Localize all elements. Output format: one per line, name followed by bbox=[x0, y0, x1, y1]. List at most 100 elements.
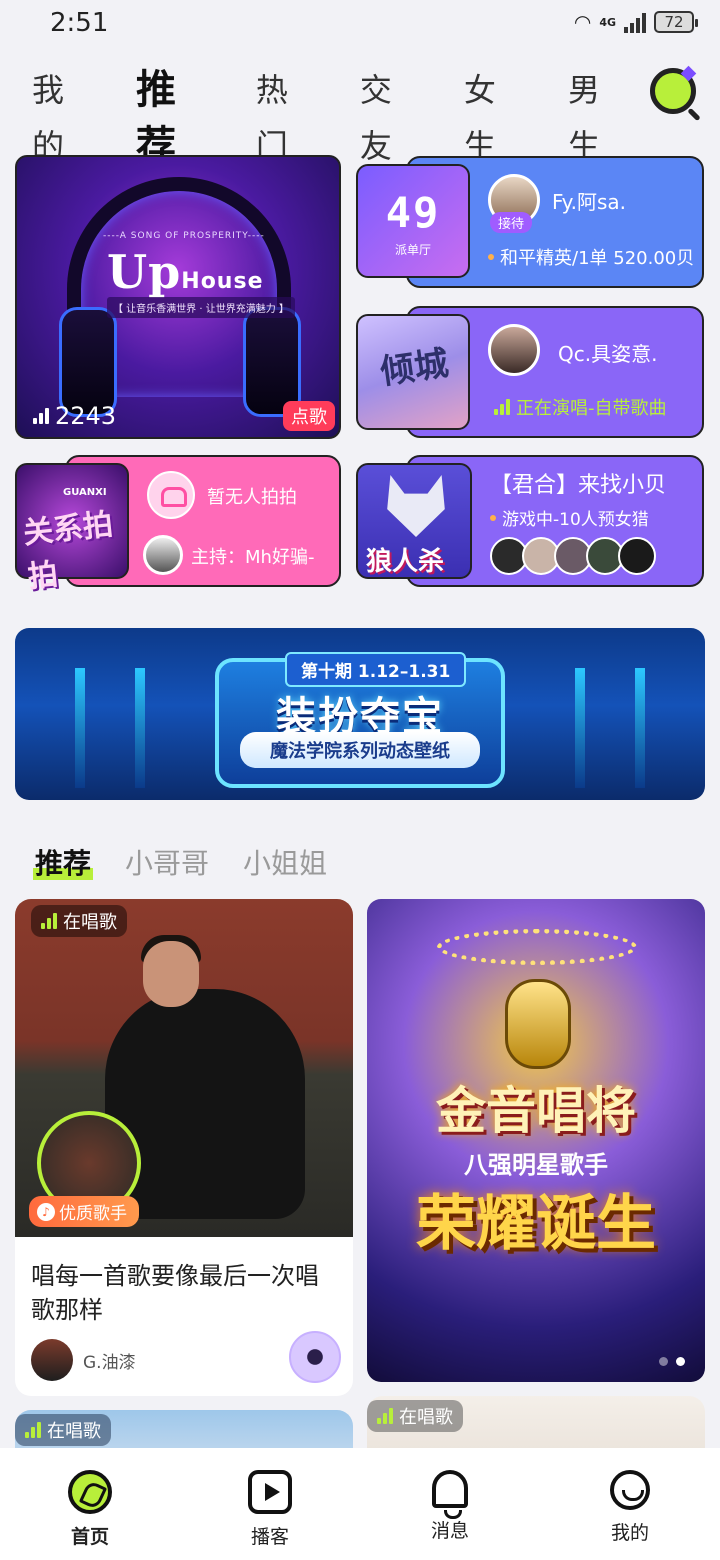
room-cover-image: 倾城 bbox=[356, 314, 470, 430]
host-name: Qc.具姿意. bbox=[558, 342, 658, 366]
listener-count: 2243 bbox=[33, 402, 116, 430]
feed-card-poster[interactable]: 金音唱将 八强明星歌手 荣耀诞生 bbox=[367, 899, 705, 1382]
section-tab-recommend[interactable]: 推荐 bbox=[32, 842, 94, 882]
audio-bars-icon bbox=[494, 399, 510, 415]
status-dot bbox=[488, 254, 494, 260]
audio-bars-icon bbox=[41, 913, 57, 929]
room-title: 【君合】来找小贝 bbox=[490, 473, 667, 498]
wifi-icon: ◠ bbox=[573, 10, 592, 34]
audio-bars-icon bbox=[33, 408, 49, 424]
banner-subtitle: 魔法学院系列动态壁纸 bbox=[240, 732, 480, 768]
room-cover-text: 倾城 bbox=[378, 343, 451, 393]
music-note-icon: ♪ bbox=[37, 1202, 55, 1221]
room-status: 正在演唱-自带歌曲 bbox=[494, 394, 667, 420]
room-cover-text: 狼人杀 bbox=[366, 547, 445, 577]
carousel-indicator bbox=[659, 1357, 685, 1366]
section-tab-guys[interactable]: 小哥哥 bbox=[125, 842, 209, 882]
room-title-big: Up bbox=[107, 245, 182, 299]
carousel-dot-active bbox=[676, 1357, 685, 1366]
section-tab-bar: 推荐 小哥哥 小姐姐 bbox=[32, 842, 361, 882]
nav-profile[interactable]: 我的 bbox=[540, 1448, 720, 1560]
banner-issue: 第十期 1.12–1.31 bbox=[285, 652, 467, 687]
room-card-singing[interactable]: 倾城 Qc.具姿意. 正在演唱-自带歌曲 bbox=[356, 306, 704, 438]
room-cover-image: GUANXI 关系拍拍 bbox=[15, 463, 129, 595]
room-card-guanxi[interactable]: GUANXI 关系拍拍 暂无人拍拍 主持：Mh好骗- bbox=[15, 455, 341, 595]
stage-lights bbox=[437, 929, 637, 965]
podcast-play-icon bbox=[248, 1470, 292, 1514]
feed-card-singer[interactable]: 在唱歌 ♪ 优质歌手 唱每一首歌要像最后一次唱歌那样 G.油漆 bbox=[15, 899, 353, 1396]
room-card-dispatch[interactable]: 49 派单厅 接待 Fy.阿sa. 和平精英/1单 520.00贝 bbox=[356, 156, 704, 288]
feed-author[interactable]: G.油漆 bbox=[31, 1339, 136, 1381]
poster-headline: 荣耀诞生 bbox=[416, 1189, 656, 1259]
room-status-text: 正在演唱-自带歌曲 bbox=[516, 398, 667, 419]
room-cover-brand: GUANXI bbox=[63, 487, 107, 498]
room-status-text: 和平精英/1单 520.00贝 bbox=[500, 248, 695, 269]
room-slogan: 【 让音乐香满世界 · 让世界充满魅力 】 bbox=[107, 297, 295, 318]
author-avatar bbox=[31, 1339, 73, 1381]
room-cover-text: 关系拍拍 bbox=[21, 507, 115, 596]
room-card-uphouse[interactable]: ----A SONG OF PROSPERITY---- UpHouse 【 让… bbox=[15, 155, 341, 439]
status-icons: ◠ 4G 72 bbox=[573, 10, 698, 34]
person-figure bbox=[143, 941, 199, 1007]
microphone-icon bbox=[505, 979, 571, 1069]
singing-tag: 在唱歌 bbox=[15, 1414, 111, 1446]
poster-title: 金音唱将 bbox=[436, 1082, 636, 1140]
section-tab-girls[interactable]: 小姐姐 bbox=[243, 842, 327, 882]
nav-podcast[interactable]: 播客 bbox=[180, 1448, 360, 1560]
battery-icon: 72 bbox=[654, 11, 698, 33]
listener-count-value: 2243 bbox=[55, 402, 117, 430]
network-type: 4G bbox=[599, 15, 616, 29]
profile-icon bbox=[610, 1470, 650, 1510]
singing-tag-label: 在唱歌 bbox=[63, 912, 117, 933]
tab-recommend-label: 推荐 bbox=[136, 67, 177, 169]
bottom-nav: 首页 播客 消息 我的 bbox=[0, 1448, 720, 1560]
singing-tag-label: 在唱歌 bbox=[47, 1421, 101, 1442]
headphone-ear-left bbox=[59, 307, 117, 417]
member-avatar bbox=[618, 537, 656, 575]
singing-tag-label: 在唱歌 bbox=[399, 1407, 453, 1428]
room-status: 和平精英/1单 520.00贝 bbox=[488, 244, 694, 270]
room-card-werewolf[interactable]: 狼人杀 【君合】来找小贝 游戏中-10人预女猎 bbox=[356, 455, 704, 587]
singing-tag: 在唱歌 bbox=[31, 905, 127, 937]
nav-podcast-label: 播客 bbox=[250, 1526, 289, 1548]
request-song-button[interactable]: 点歌 bbox=[283, 401, 335, 431]
room-status: 游戏中-10人预女猎 bbox=[490, 505, 649, 530]
room-cover-image: 狼人杀 bbox=[356, 463, 472, 579]
room-host: 主持：Mh好骗- bbox=[191, 547, 315, 568]
audio-bars-icon bbox=[377, 1408, 393, 1424]
author-name: G.油漆 bbox=[83, 1352, 136, 1373]
status-time: 2:51 bbox=[50, 8, 109, 38]
room-status: 暂无人拍拍 bbox=[207, 487, 297, 508]
vinyl-disc-icon[interactable] bbox=[289, 1331, 341, 1383]
feed-title: 唱每一首歌要像最后一次唱歌那样 bbox=[31, 1262, 319, 1324]
nav-home-label: 首页 bbox=[70, 1526, 109, 1548]
nav-home[interactable]: 首页 bbox=[0, 1448, 180, 1560]
signal-icon bbox=[624, 11, 646, 33]
host-avatar[interactable] bbox=[143, 535, 183, 575]
nav-messages-label: 消息 bbox=[430, 1520, 469, 1542]
host-name: Fy.阿sa. bbox=[552, 190, 627, 214]
room-status-text: 游戏中-10人预女猎 bbox=[502, 510, 649, 530]
home-icon bbox=[68, 1470, 112, 1514]
bell-icon bbox=[432, 1470, 468, 1519]
room-subtitle: ----A SONG OF PROSPERITY---- bbox=[103, 231, 265, 241]
quality-singer-badge: ♪ 优质歌手 bbox=[29, 1196, 139, 1227]
room-number: 49 bbox=[385, 188, 441, 237]
sofa-icon bbox=[147, 471, 195, 519]
singing-tag: 在唱歌 bbox=[367, 1400, 463, 1432]
room-number-label: 派单厅 bbox=[394, 243, 431, 257]
wolf-icon bbox=[387, 475, 445, 537]
host-badge: 接待 bbox=[490, 212, 533, 233]
member-avatars bbox=[490, 537, 656, 575]
nav-profile-label: 我的 bbox=[610, 1522, 649, 1544]
room-title: UpHouse bbox=[107, 245, 264, 299]
promo-banner[interactable]: 第十期 1.12–1.31 装扮夺宝 魔法学院系列动态壁纸 bbox=[15, 628, 705, 800]
room-number-badge: 49 派单厅 bbox=[356, 164, 470, 278]
carousel-dot bbox=[659, 1357, 668, 1366]
audio-bars-icon bbox=[25, 1422, 41, 1438]
room-title-small: House bbox=[181, 269, 264, 294]
host-avatar[interactable] bbox=[488, 324, 540, 376]
quality-badge-label: 优质歌手 bbox=[59, 1204, 127, 1224]
nav-messages[interactable]: 消息 bbox=[360, 1448, 540, 1560]
status-dot bbox=[490, 514, 496, 521]
